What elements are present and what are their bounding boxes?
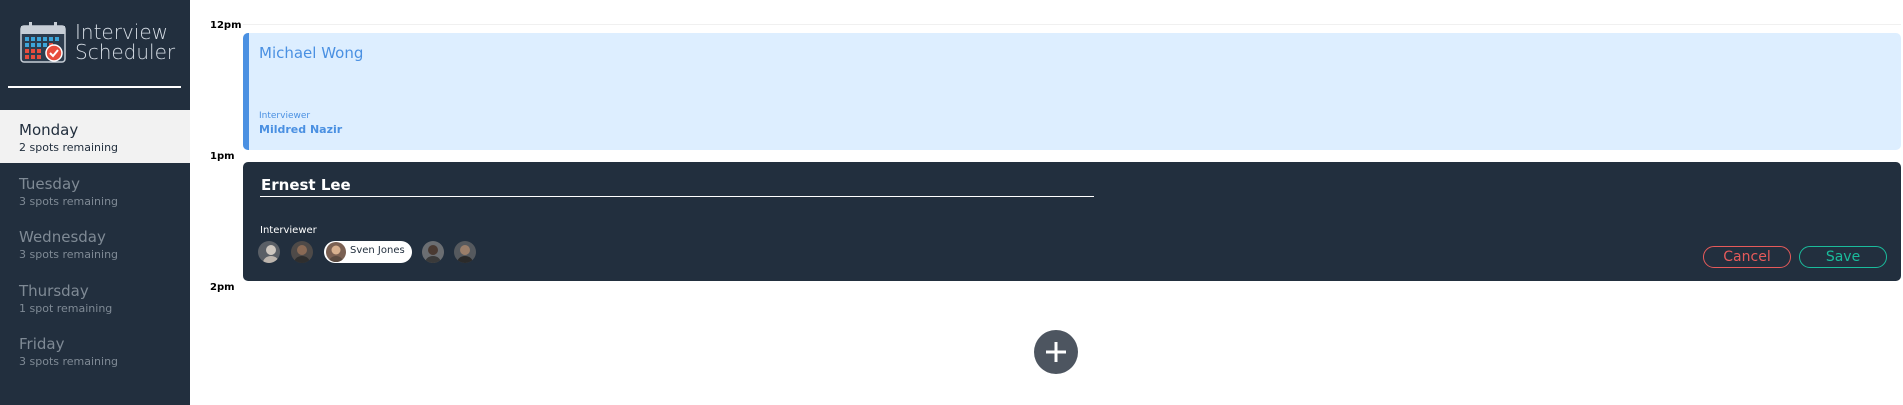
add-appointment-button[interactable] <box>1034 330 1078 374</box>
app-title-line2: Scheduler <box>75 40 176 64</box>
appointment-booked[interactable]: Michael Wong Interviewer Mildred Nazir <box>243 33 1901 150</box>
app-title-line1: Interview <box>75 20 168 44</box>
day-name: Monday <box>19 121 79 139</box>
appointment-accent-bar <box>243 33 249 150</box>
appointment-form: Interviewer Sven Jones Cancel Save <box>243 162 1901 281</box>
day-item-thursday[interactable]: Thursday 1 spot remaining <box>0 271 190 324</box>
interviewer-selected[interactable]: Sven Jones <box>324 241 412 263</box>
day-name: Wednesday <box>19 228 106 246</box>
day-item-friday[interactable]: Friday 3 spots remaining <box>0 324 190 377</box>
time-divider <box>243 24 1901 25</box>
interviewer-avatar[interactable] <box>258 241 280 263</box>
time-label-1pm: 1pm <box>210 151 235 162</box>
interviewer-avatar[interactable] <box>291 241 313 263</box>
day-item-wednesday[interactable]: Wednesday 3 spots remaining <box>0 217 190 270</box>
save-button[interactable]: Save <box>1799 246 1887 268</box>
interviewer-avatar[interactable] <box>454 241 476 263</box>
day-item-tuesday[interactable]: Tuesday 3 spots remaining <box>0 164 190 217</box>
calendar-logo-icon <box>20 22 66 63</box>
day-spots: 2 spots remaining <box>19 141 119 154</box>
interviewer-label: Interviewer <box>260 225 317 236</box>
day-spots: 1 spot remaining <box>19 302 113 315</box>
brand-divider <box>8 86 181 88</box>
interviewer-selected-name: Sven Jones <box>350 245 405 256</box>
day-name: Tuesday <box>19 175 81 193</box>
day-spots: 3 spots remaining <box>19 355 119 368</box>
interviewer-avatar <box>326 242 346 262</box>
day-spots: 3 spots remaining <box>19 195 119 208</box>
day-item-monday[interactable]: Monday 2 spots remaining <box>0 110 190 163</box>
time-label-12pm: 12pm <box>210 20 242 31</box>
interviewer-label: Interviewer <box>259 111 311 121</box>
interviewer-avatar[interactable] <box>422 241 444 263</box>
app-title: Interview Scheduler <box>75 22 175 62</box>
interviewer-name: Mildred Nazir <box>259 123 343 136</box>
day-name: Thursday <box>19 282 89 300</box>
time-label-2pm: 2pm <box>210 282 235 293</box>
sidebar: Interview Scheduler Monday 2 spots remai… <box>0 0 190 405</box>
day-spots: 3 spots remaining <box>19 248 119 261</box>
day-name: Friday <box>19 335 65 353</box>
plus-icon <box>1046 342 1066 362</box>
student-name: Michael Wong <box>259 44 364 62</box>
cancel-button[interactable]: Cancel <box>1703 246 1791 268</box>
student-name-input[interactable] <box>260 174 1094 197</box>
